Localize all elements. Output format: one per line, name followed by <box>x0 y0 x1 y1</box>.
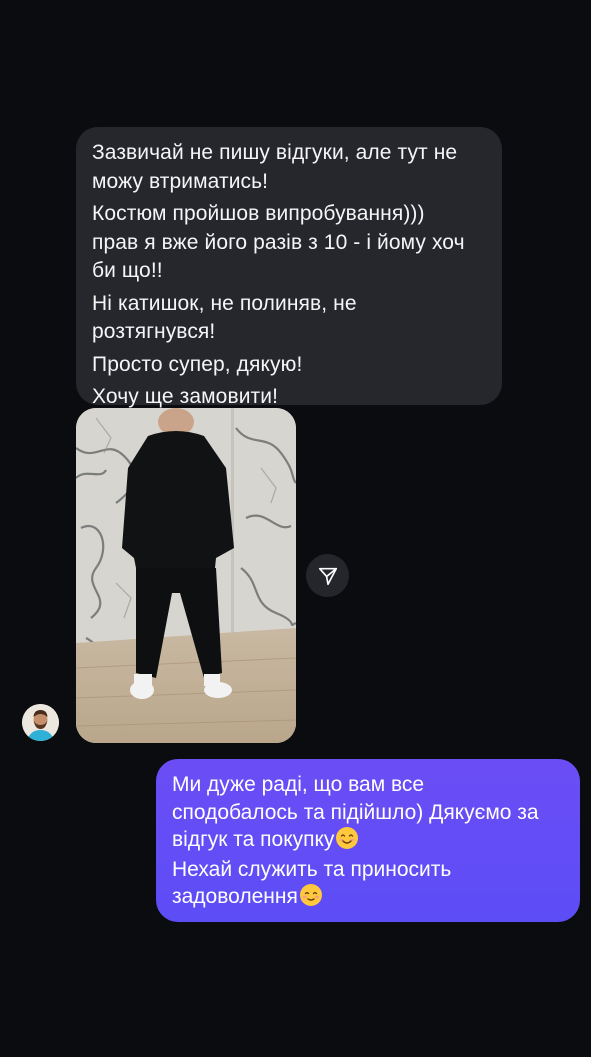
message-text: задоволення <box>172 885 298 908</box>
message-paragraph: Нехай служить та приносить задоволення <box>172 856 564 911</box>
message-text: відгук та покупку <box>172 828 335 851</box>
message-line: Ми дуже раді, що вам все <box>172 773 425 796</box>
smiling-face-with-smiling-eyes-emoji <box>336 827 359 849</box>
message-line: розтягнувся! <box>92 320 216 343</box>
message-paragraph: Просто супер, дякую! <box>92 351 486 380</box>
message-line: Зазвичай не пишу відгуки, але тут не <box>92 141 458 164</box>
message-line: Нехай служить та приносить <box>172 857 452 881</box>
share-button[interactable] <box>306 554 349 597</box>
message-line: Просто супер, дякую! <box>92 352 303 376</box>
message-line: би що!! <box>92 259 163 282</box>
message-line: відгук та покупку <box>172 826 564 854</box>
message-paragraph: Ми дуже раді, що вам все сподобалось та … <box>172 771 564 854</box>
paper-plane-icon <box>318 567 337 585</box>
outgoing-message-bubble[interactable]: Ми дуже раді, що вам все сподобалось та … <box>156 759 580 922</box>
incoming-message-bubble[interactable]: Зазвичай не пишу відгуки, але тут не мож… <box>76 127 502 408</box>
message-line: сподобалось та підійшло) Дякуємо за <box>172 800 539 824</box>
photo-illustration <box>76 408 296 743</box>
message-line: Костюм пройшов випробування))) <box>92 202 425 225</box>
avatar-image <box>22 704 59 741</box>
message-paragraph: Ні катишок, не полиняв, не розтягнувся! <box>92 290 486 347</box>
message-line: Ні катишок, не полиняв, не <box>92 291 357 315</box>
message-paragraph: Зазвичай не пишу відгуки, але тут не мож… <box>92 139 486 196</box>
message-line: прав я вже його разів з 10 - і йому хоч <box>92 230 465 254</box>
attached-photo[interactable] <box>76 408 296 743</box>
message-paragraph: Костюм пройшов випробування))) прав я вж… <box>92 200 486 286</box>
message-line: можу втриматись! <box>92 169 269 193</box>
smiling-face-emoji <box>299 884 322 906</box>
message-line: задоволення <box>172 883 564 911</box>
user-avatar[interactable] <box>22 704 59 741</box>
